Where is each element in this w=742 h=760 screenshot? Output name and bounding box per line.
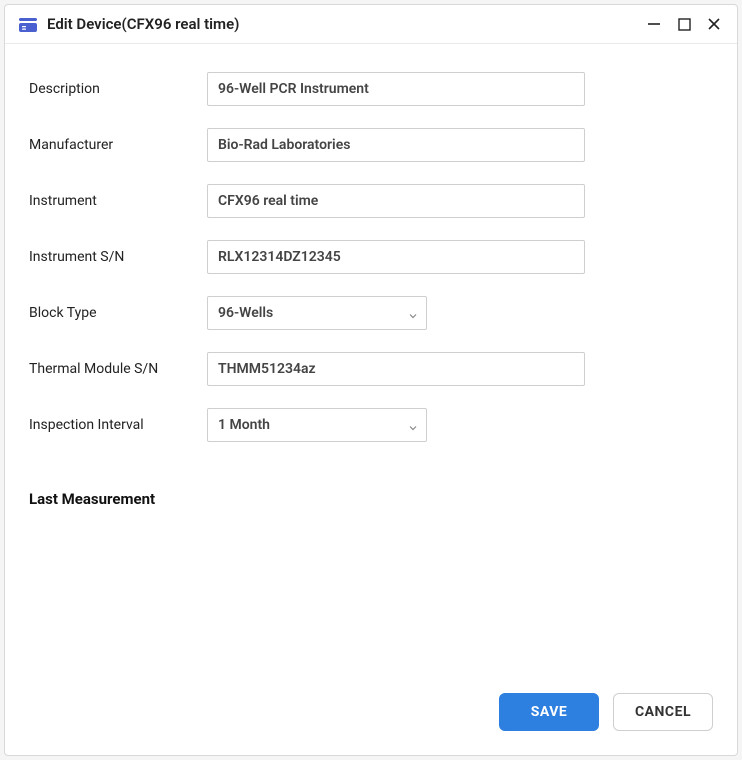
thermal-module-sn-input[interactable] [207, 352, 585, 386]
label-block-type: Block Type [29, 305, 207, 321]
instrument-input[interactable] [207, 184, 585, 218]
label-manufacturer: Manufacturer [29, 137, 207, 153]
dialog-content: Description Manufacturer Instrument Inst… [5, 44, 737, 677]
description-input[interactable] [207, 72, 585, 106]
section-last-measurement: Last Measurement [29, 490, 713, 508]
label-instrument-sn: Instrument S/N [29, 249, 207, 265]
device-icon [19, 17, 37, 31]
dialog-title: Edit Device(CFX96 real time) [47, 15, 645, 33]
dialog-footer: SAVE CANCEL [5, 677, 737, 755]
window-controls [645, 15, 723, 33]
row-description: Description [29, 72, 713, 106]
label-inspection-interval: Inspection Interval [29, 417, 207, 433]
cancel-button[interactable]: CANCEL [613, 693, 713, 731]
inspection-interval-select[interactable]: 1 Month [207, 408, 427, 442]
row-thermal-module-sn: Thermal Module S/N [29, 352, 713, 386]
block-type-select-wrap: 96-Wells [207, 296, 427, 330]
label-thermal-module-sn: Thermal Module S/N [29, 361, 207, 377]
label-description: Description [29, 81, 207, 97]
minimize-button[interactable] [645, 15, 663, 33]
row-manufacturer: Manufacturer [29, 128, 713, 162]
titlebar: Edit Device(CFX96 real time) [5, 5, 737, 44]
manufacturer-input[interactable] [207, 128, 585, 162]
row-inspection-interval: Inspection Interval 1 Month [29, 408, 713, 442]
row-instrument: Instrument [29, 184, 713, 218]
row-block-type: Block Type 96-Wells [29, 296, 713, 330]
row-instrument-sn: Instrument S/N [29, 240, 713, 274]
inspection-interval-select-wrap: 1 Month [207, 408, 427, 442]
edit-device-dialog: Edit Device(CFX96 real time) Description… [4, 4, 738, 756]
block-type-select[interactable]: 96-Wells [207, 296, 427, 330]
instrument-sn-input[interactable] [207, 240, 585, 274]
save-button[interactable]: SAVE [499, 693, 599, 731]
maximize-button[interactable] [675, 15, 693, 33]
label-instrument: Instrument [29, 193, 207, 209]
close-button[interactable] [705, 15, 723, 33]
